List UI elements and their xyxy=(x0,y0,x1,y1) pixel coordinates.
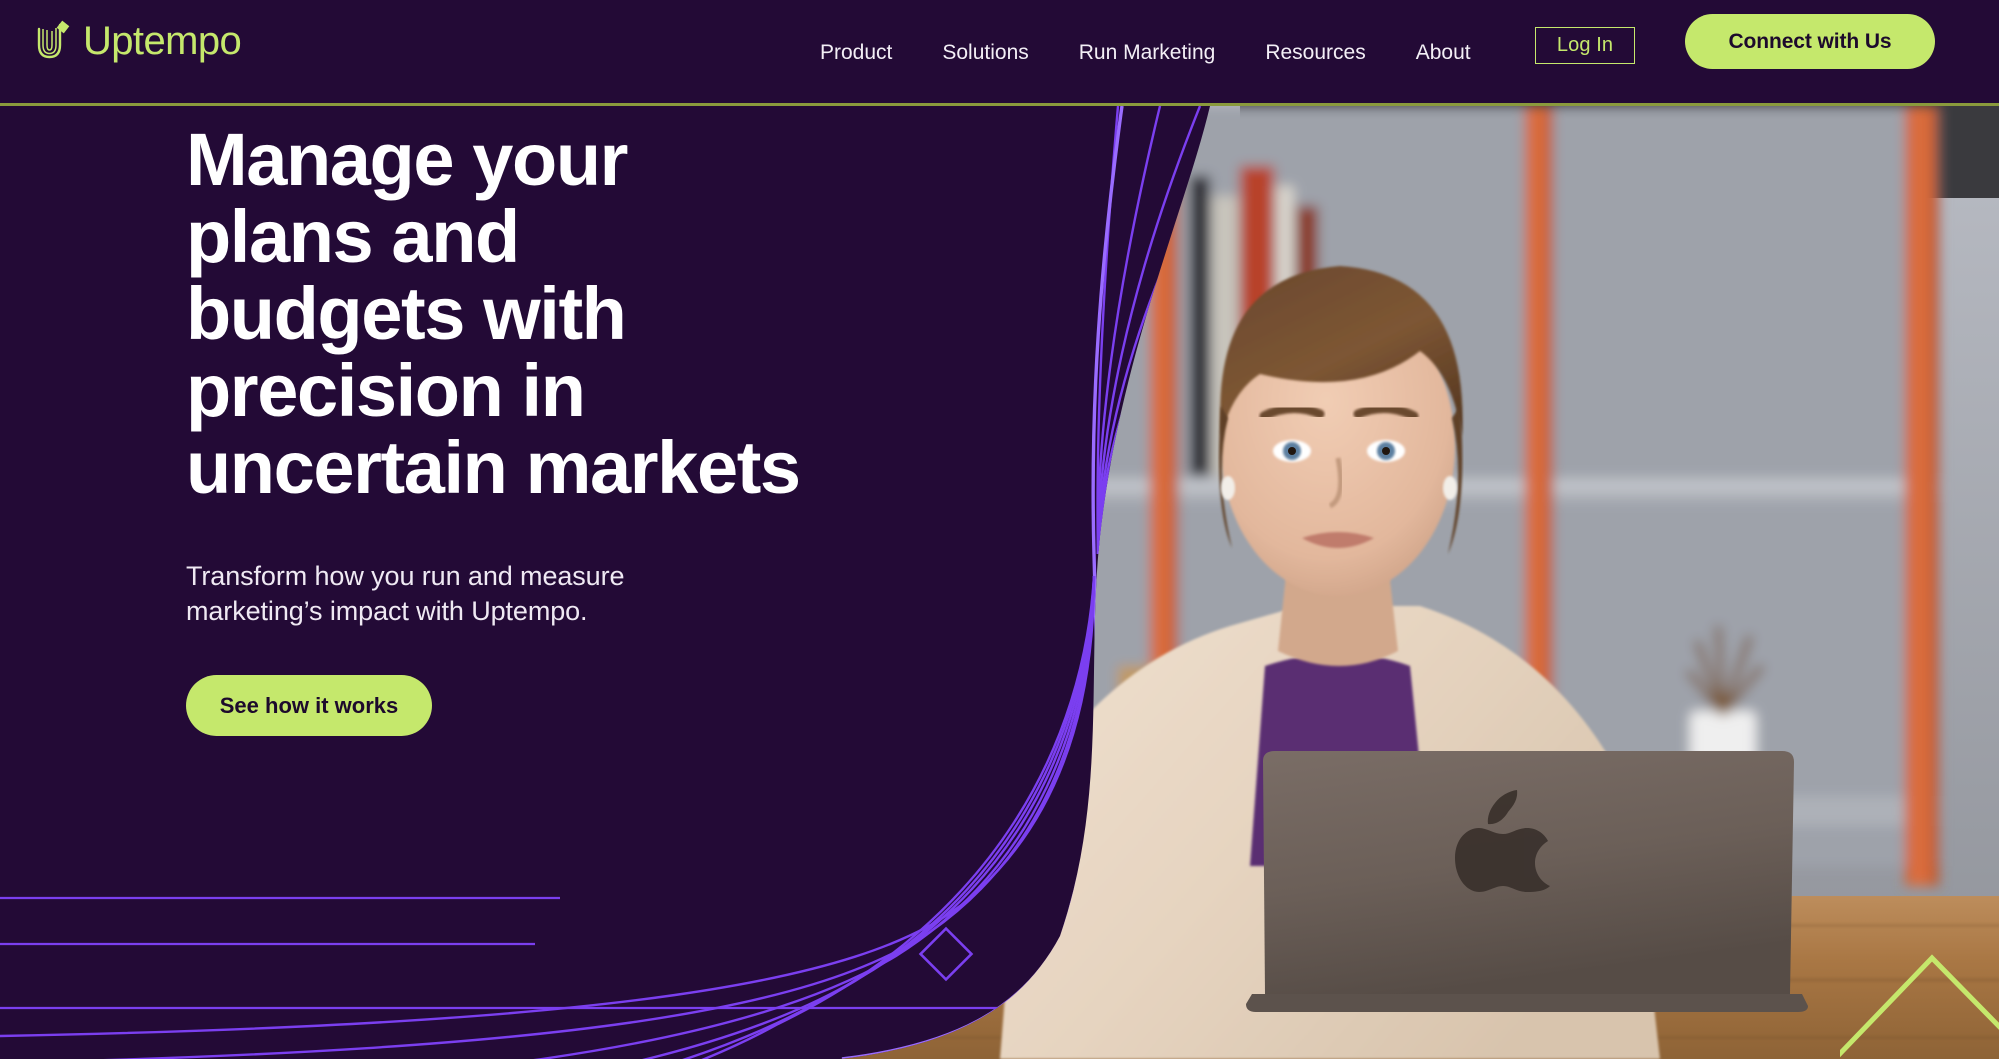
uptempo-logo[interactable]: Uptempo xyxy=(36,14,242,68)
header-divider xyxy=(0,103,1999,106)
main-navigation: Product Solutions Run Marketing Resource… xyxy=(820,0,1471,105)
site-header: Uptempo Product Solutions Run Marketing … xyxy=(0,0,1999,105)
nav-item-run-marketing[interactable]: Run Marketing xyxy=(1079,42,1216,63)
nav-item-product[interactable]: Product xyxy=(820,42,892,63)
logo-wordmark: Uptempo xyxy=(83,19,242,63)
see-how-it-works-button[interactable]: See how it works xyxy=(186,675,432,737)
apple-laptop-icon xyxy=(1246,751,1808,1012)
uptempo-u-logo-icon xyxy=(37,20,70,59)
page-root: Manage your plans and budgets with preci… xyxy=(0,0,1999,1059)
hero-copy: Manage your plans and budgets with preci… xyxy=(186,118,806,737)
lime-triangle-outline-icon xyxy=(1840,954,1999,1058)
nav-item-resources[interactable]: Resources xyxy=(1265,42,1365,63)
hero-section: Manage your plans and budgets with preci… xyxy=(0,106,1999,1059)
log-in-button[interactable]: Log In xyxy=(1535,27,1635,64)
hero-subheadline: Transform how you run and measure market… xyxy=(186,560,625,627)
page-title: Manage your plans and budgets with preci… xyxy=(186,118,801,509)
nav-item-about[interactable]: About xyxy=(1416,42,1471,63)
nav-item-solutions[interactable]: Solutions xyxy=(942,42,1028,63)
connect-with-us-button[interactable]: Connect with Us xyxy=(1685,14,1935,69)
